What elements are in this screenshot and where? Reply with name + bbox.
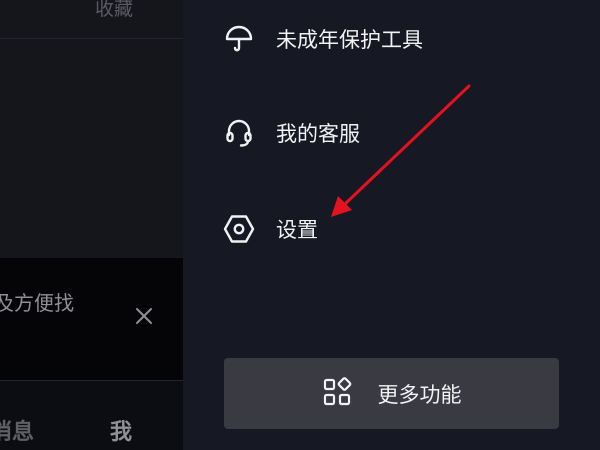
- menu-item-label: 设置: [276, 218, 318, 242]
- collect-tab-label: 收藏: [94, 0, 133, 20]
- menu-item-label: 我的客服: [276, 122, 360, 146]
- headset-icon: [222, 116, 256, 150]
- more-features-button[interactable]: 更多功能: [224, 358, 559, 429]
- tip-banner: [0, 258, 183, 380]
- divider: [0, 38, 183, 39]
- menu-item-label: 未成年保护工具: [276, 28, 423, 52]
- more-features-label: 更多功能: [377, 382, 462, 407]
- close-icon[interactable]: [134, 306, 154, 326]
- grid-apps-icon: [322, 376, 352, 411]
- tab-me[interactable]: 我: [110, 414, 132, 446]
- screen: 收藏 及方便找 消息 我 未成年保护工具 我的客服 设置 更多功能: [0, 0, 600, 450]
- menu-item-customer-service[interactable]: 我的客服: [222, 113, 360, 153]
- tab-messages[interactable]: 消息: [0, 414, 34, 446]
- hexagon-gear-icon: [222, 212, 256, 246]
- background-page[interactable]: 收藏 及方便找 消息 我: [0, 0, 183, 450]
- side-drawer-menu: 未成年保护工具 我的客服 设置 更多功能: [183, 0, 600, 450]
- menu-item-minor-protection[interactable]: 未成年保护工具: [222, 19, 423, 59]
- tip-banner-text: 及方便找: [0, 291, 74, 315]
- umbrella-icon: [222, 22, 256, 56]
- menu-item-settings[interactable]: 设置: [222, 209, 318, 249]
